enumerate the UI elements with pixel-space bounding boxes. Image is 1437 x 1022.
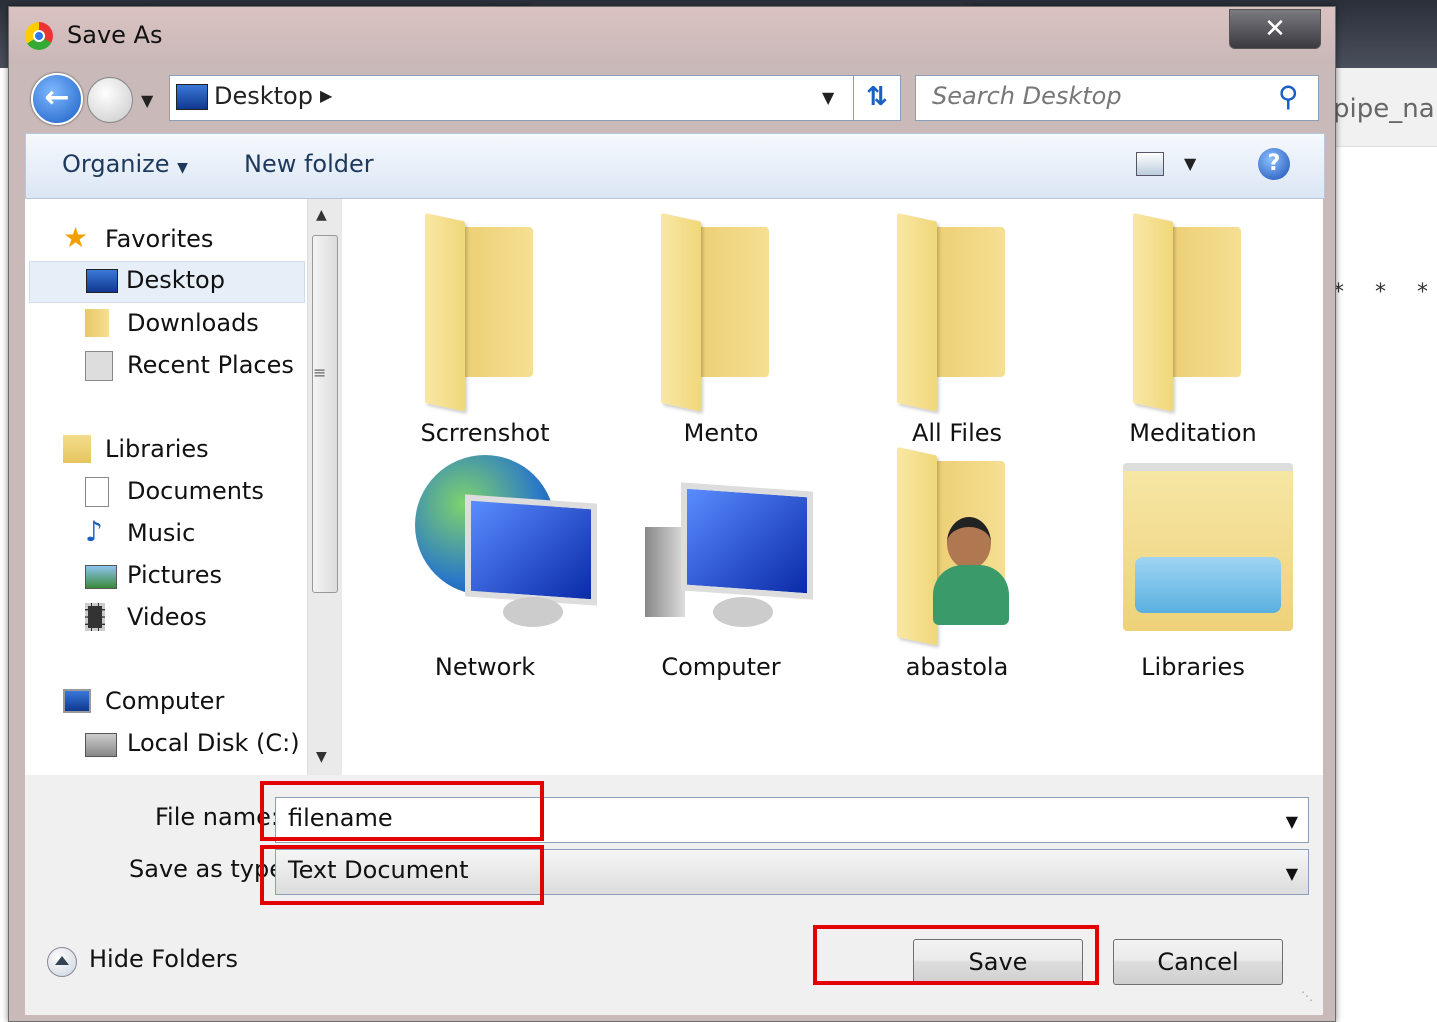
highlight-file-name [260,781,544,841]
navigation-scrollbar[interactable]: ▲ ≡ ▼ [307,199,342,775]
title-bar: Save As ✕ [9,7,1335,65]
file-label: abastola [905,653,1009,681]
search-icon[interactable]: ⚲ [1278,80,1299,113]
change-view-icon[interactable] [1136,152,1164,176]
breadcrumb-arrow-icon[interactable]: ▶ [320,86,332,105]
file-label: Mento [683,419,759,447]
folder-item[interactable]: Meditation [1083,213,1303,447]
desktop-icon [176,84,208,110]
computer-item[interactable]: Computer [611,447,831,681]
navigation-bar: ← ▼ Desktop ▶ ▼ ⇅ Search Desktop ⚲ [9,65,1335,131]
sidebar-item-label: Local Disk (C:) [127,729,300,757]
save-as-dialog: Save As ✕ ← ▼ Desktop ▶ ▼ ⇅ Search Deskt… [8,6,1336,1022]
downloads-icon [85,309,109,337]
folder-item[interactable]: Mento [611,213,831,447]
recent-places-icon [85,351,113,381]
sidebar-item-label: Computer [105,687,225,715]
libraries-icon [63,435,91,463]
navigation-pane: ★ Favorites Desktop Downloads Recent Pla… [25,199,305,775]
resize-grip-icon[interactable]: ⋱ [1301,989,1313,1003]
chrome-icon [25,22,53,50]
new-folder-button[interactable]: New folder [244,150,374,178]
back-button[interactable]: ← [31,73,83,125]
address-location[interactable]: Desktop [214,82,313,110]
folder-icon [897,213,1017,412]
window-title: Save As [67,21,163,49]
forward-button[interactable] [87,77,133,123]
help-icon[interactable]: ? [1258,148,1290,180]
sidebar-item-label: Videos [127,603,207,631]
computer-icon [645,447,813,637]
file-label: Scrrenshot [420,419,550,447]
star-icon: ★ [63,221,89,254]
libraries-icon [1123,447,1293,637]
file-label: All Files [911,419,1003,447]
folder-icon [661,213,781,412]
sidebar-item-label: Desktop [126,266,225,294]
folder-icon [425,213,545,412]
file-label: Computer [661,653,781,681]
scroll-down-icon[interactable]: ▼ [316,749,327,765]
organize-label: Organize [62,150,170,178]
highlight-save-as-type [260,845,544,905]
network-item[interactable]: Network [375,447,597,681]
command-toolbar: Organize ▼ New folder ▼ ? [25,133,1325,199]
search-input[interactable]: Search Desktop ⚲ [915,75,1319,121]
local-disk-icon [85,733,117,757]
network-icon [415,447,597,637]
sidebar-item-label: Documents [127,477,264,505]
cancel-button[interactable]: Cancel [1113,939,1283,985]
history-dropdown-icon[interactable]: ▼ [141,91,153,110]
sidebar-item-desktop[interactable]: Desktop [29,261,305,303]
close-button[interactable]: ✕ [1229,9,1321,49]
view-dropdown-icon[interactable]: ▼ [1184,154,1196,173]
music-icon: ♪ [85,515,103,548]
scroll-up-icon[interactable]: ▲ [316,207,327,223]
sidebar-item-label: Downloads [127,309,259,337]
documents-icon [85,477,109,507]
hide-folders-label: Hide Folders [89,945,239,973]
search-placeholder: Search Desktop [932,82,1122,110]
sidebar-item-label: Pictures [127,561,223,589]
user-folder-icon [897,447,1017,646]
background-stars: * * * [1333,280,1437,305]
highlight-save-button [813,925,1099,985]
file-label: Meditation [1129,419,1257,447]
folder-item[interactable]: All Files [847,213,1067,447]
sidebar-item-label: Libraries [105,435,209,463]
save-as-type-dropdown-icon[interactable]: ▼ [1286,864,1298,883]
organize-button[interactable]: Organize ▼ [62,150,188,178]
address-dropdown-icon[interactable]: ▼ [822,88,834,107]
sidebar-item-label: Music [127,519,196,547]
address-bar[interactable]: Desktop ▶ ▼ ⇅ [169,75,901,121]
libraries-item[interactable]: Libraries [1083,447,1303,681]
scrollbar-grip-icon: ≡ [313,363,327,382]
content-area: ★ Favorites Desktop Downloads Recent Pla… [25,199,1323,775]
computer-icon [63,689,91,713]
file-label: Libraries [1141,653,1245,681]
scrollbar-thumb[interactable] [312,235,338,593]
chevron-up-icon [47,947,77,977]
file-list: Scrrenshot Mento All Files Meditation Ne… [345,199,1323,775]
file-name-dropdown-icon[interactable]: ▼ [1286,812,1298,831]
refresh-button[interactable]: ⇅ [853,76,900,120]
chevron-down-icon: ▼ [177,160,188,176]
background-text: pipe_nar [1333,94,1437,124]
save-panel: File name: filename ▼ Save as type: Text… [25,775,1323,1015]
pictures-icon [85,565,117,589]
folder-item[interactable]: Scrrenshot [375,213,595,447]
sidebar-item-label: Favorites [105,225,214,253]
sidebar-item-label: Recent Places [127,351,294,379]
videos-icon [85,603,105,631]
file-label: Network [434,653,536,681]
folder-icon [1133,213,1253,412]
desktop-icon [86,269,118,293]
user-folder-item[interactable]: abastola [847,447,1067,681]
